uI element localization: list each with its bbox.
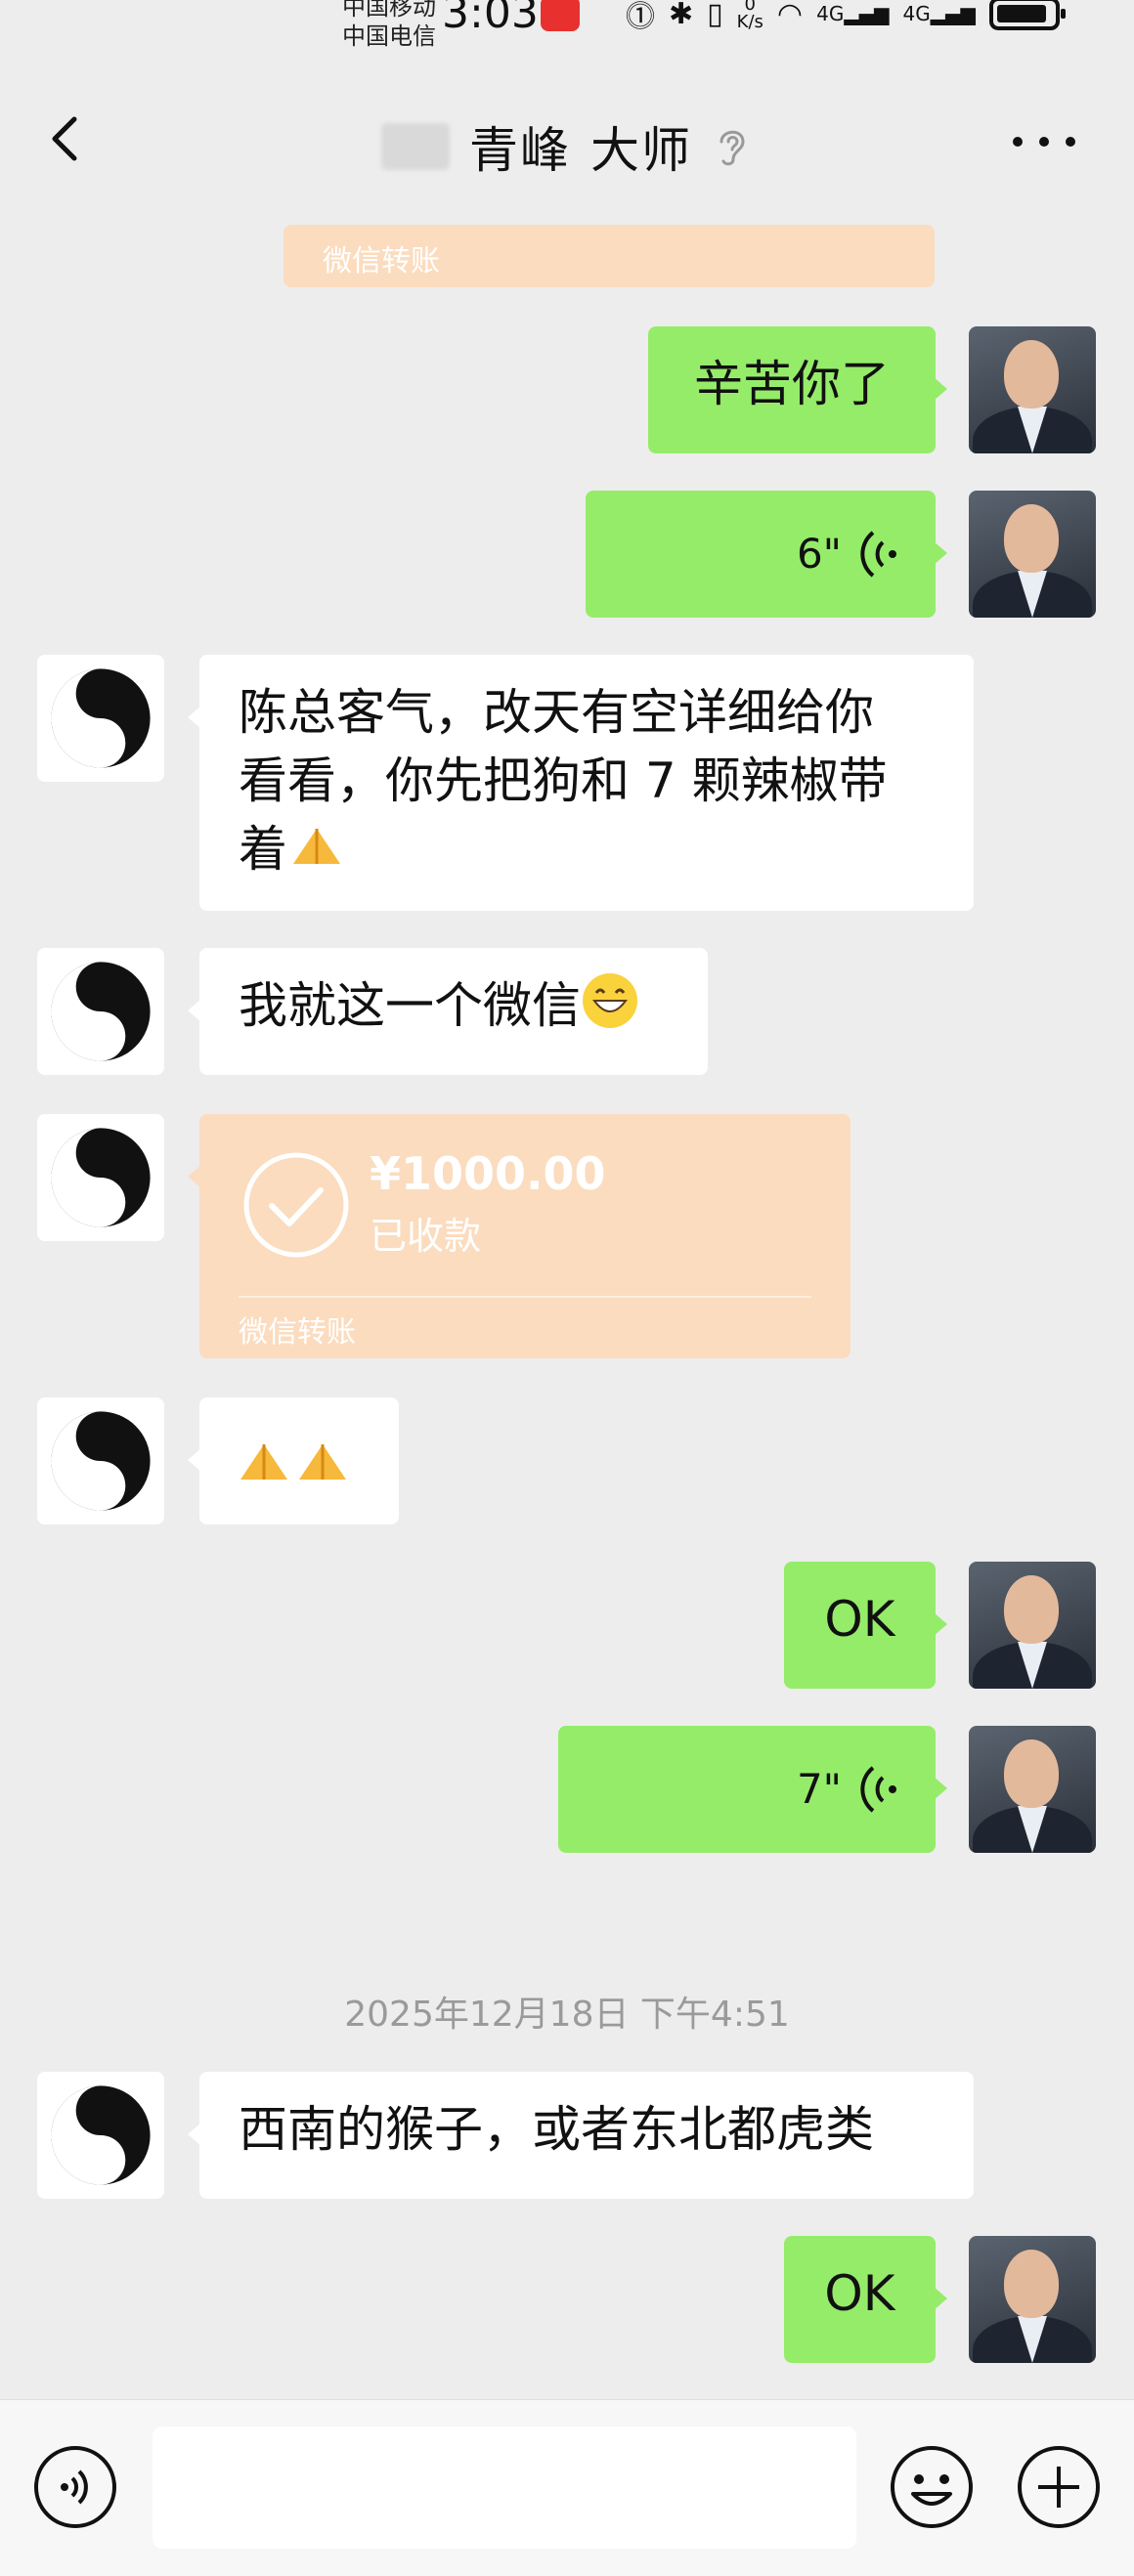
message-bubble-theirs[interactable]: 西南的猴子，或者东北都虎类 xyxy=(188,2072,974,2199)
received-check-icon xyxy=(243,1152,349,1258)
carrier-1: 中国移动 xyxy=(342,0,436,21)
voice-duration: 7" xyxy=(796,1765,842,1813)
my-avatar[interactable] xyxy=(969,2236,1096,2363)
yin-yang-icon xyxy=(51,668,151,768)
status-bar: 中国移动 中国电信 3:03 ⓵ ✱ ▯ 0 K/s ◠ 4G▂▄▆ 4G▂▄▆ xyxy=(0,0,1134,61)
plus-icon[interactable] xyxy=(1017,2445,1101,2529)
battery-icon xyxy=(988,0,1066,30)
voice-wave-icon xyxy=(860,531,896,578)
chat-header: 青峰 大师 xyxy=(0,61,1134,225)
status-time: 3:03 xyxy=(442,0,539,38)
nfc-icon: ⓵ xyxy=(626,0,655,34)
title-part-1: 青峰 xyxy=(469,122,571,179)
my-avatar[interactable] xyxy=(969,326,1096,453)
vibrate-icon: ▯ xyxy=(707,0,723,31)
title-part-2: 大师 xyxy=(590,122,692,179)
signal-icon-1: 4G▂▄▆ xyxy=(816,2,890,25)
message-text-line: 着 xyxy=(239,821,287,878)
chat-title: 青峰 大师 xyxy=(381,111,751,182)
transfer-status: 已收款 xyxy=(370,1215,482,1258)
redacted-name xyxy=(381,123,450,170)
message-input[interactable] xyxy=(153,2426,856,2549)
message-text: 我就这一个微信 xyxy=(239,977,581,1034)
transfer-footer: 微信转账 xyxy=(323,244,440,279)
voice-input-icon[interactable] xyxy=(33,2445,117,2529)
transfer-amount: ¥1000.00 xyxy=(370,1147,606,1200)
message-text-line: 看看，你先把狗和 7 颗辣椒带 xyxy=(239,752,888,809)
transfer-footer: 微信转账 xyxy=(239,1315,356,1350)
transfer-card[interactable]: ¥1000.00 已收款 微信转账 xyxy=(188,1114,850,1358)
message-bubble-mine[interactable]: OK xyxy=(784,2236,947,2363)
message-text: OK xyxy=(824,1591,895,1648)
my-avatar[interactable] xyxy=(969,1562,1096,1689)
transfer-card-partial[interactable]: 微信转账 xyxy=(284,225,935,287)
my-avatar[interactable] xyxy=(969,491,1096,618)
praying-hands-emoji-icon xyxy=(299,1444,346,1480)
yin-yang-icon xyxy=(51,962,151,1061)
message-bubble-mine[interactable]: OK xyxy=(784,1562,947,1689)
contact-avatar[interactable] xyxy=(37,1397,164,1524)
message-bubble-mine[interactable]: 辛苦你了 xyxy=(648,326,947,453)
voice-duration: 6" xyxy=(796,530,842,578)
emoji-icon[interactable] xyxy=(890,2445,974,2529)
net-speed: 0 K/s xyxy=(736,0,763,32)
message-bubble-theirs[interactable]: 我就这一个微信 xyxy=(188,948,708,1075)
more-options-icon[interactable] xyxy=(1013,135,1075,149)
message-bubble-theirs[interactable] xyxy=(188,1397,399,1524)
praying-hands-emoji-icon xyxy=(293,829,340,864)
signal-icon-2: 4G▂▄▆ xyxy=(902,2,976,25)
message-list[interactable]: 微信转账 辛苦你了 6" 陈总客气，改天有空详细给你 看看，你先把狗和 7 颗辣… xyxy=(0,225,1134,2399)
wifi-icon: ◠ xyxy=(776,0,804,31)
time-divider: 2025年12月18日 下午4:51 xyxy=(344,1995,790,2035)
contact-avatar[interactable] xyxy=(37,2072,164,2199)
message-bubble-theirs[interactable]: 陈总客气，改天有空详细给你 看看，你先把狗和 7 颗辣椒带 着 xyxy=(188,655,974,911)
voice-wave-icon xyxy=(860,1766,896,1813)
ear-icon xyxy=(720,130,745,166)
message-text-line: 陈总客气，改天有空详细给你 xyxy=(239,684,874,741)
message-text: 辛苦你了 xyxy=(694,356,890,412)
message-text: OK xyxy=(824,2265,895,2322)
huawei-notification-icon xyxy=(541,0,580,31)
contact-avatar[interactable] xyxy=(37,948,164,1075)
transfer-divider xyxy=(239,1296,811,1298)
my-avatar[interactable] xyxy=(969,1726,1096,1853)
grinning-face-emoji-icon xyxy=(583,973,637,1028)
carrier-2: 中国电信 xyxy=(342,22,436,50)
input-bar xyxy=(0,2399,1134,2576)
praying-hands-emoji-icon xyxy=(240,1444,287,1480)
contact-avatar[interactable] xyxy=(37,1114,164,1241)
bluetooth-icon: ✱ xyxy=(669,0,694,31)
yin-yang-icon xyxy=(51,1411,151,1511)
voice-message-mine[interactable]: 7" xyxy=(558,1726,947,1853)
back-arrow-icon[interactable] xyxy=(43,115,90,162)
status-icons: ⓵ ✱ ▯ 0 K/s ◠ 4G▂▄▆ 4G▂▄▆ xyxy=(626,0,1066,37)
message-text: 西南的猴子，或者东北都虎类 xyxy=(239,2101,874,2158)
contact-avatar[interactable] xyxy=(37,655,164,782)
yin-yang-icon xyxy=(51,2085,151,2185)
yin-yang-icon xyxy=(51,1128,151,1227)
carrier-labels: 中国移动 中国电信 xyxy=(342,0,436,51)
voice-message-mine[interactable]: 6" xyxy=(586,491,947,618)
